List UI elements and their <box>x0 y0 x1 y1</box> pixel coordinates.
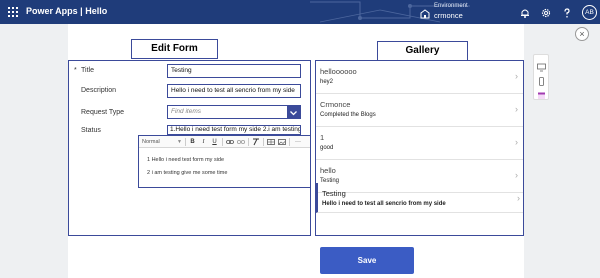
gallery-item-title: Crmonce <box>320 100 351 109</box>
chevron-right-icon[interactable]: › <box>515 137 518 147</box>
user-avatar[interactable]: AB <box>582 5 597 20</box>
rich-text-line: 2 i am testing give me some time <box>147 170 228 176</box>
title-input[interactable]: Testing <box>167 64 301 78</box>
description-label: Description <box>81 87 117 94</box>
notifications-icon[interactable] <box>519 6 531 18</box>
environment-name: crmonce <box>434 11 463 20</box>
paragraph-style-select[interactable]: Normal ▼ <box>142 138 182 146</box>
gallery-item[interactable]: Crmonce Completed the Blogs › <box>316 94 523 127</box>
toolbar-divider <box>185 138 186 146</box>
clear-format-icon[interactable] <box>251 137 260 147</box>
underline-button[interactable]: U <box>210 137 219 147</box>
gallery-heading: Gallery <box>377 41 468 61</box>
style-caret-icon: ▼ <box>177 139 182 145</box>
table-icon[interactable] <box>266 137 275 147</box>
image-icon[interactable] <box>277 137 286 147</box>
calendar-icon[interactable] <box>537 87 546 99</box>
gallery-item-title: 1 <box>320 133 325 142</box>
app-title: Power Apps | Hello <box>26 6 108 16</box>
gallery-item-title: hello <box>320 166 336 175</box>
toolbar-divider <box>289 138 290 146</box>
rich-text-toolbar: Normal ▼ B I U ··· <box>139 136 310 148</box>
device-preview-panel <box>533 54 549 100</box>
app-header: Power Apps | Hello Environment crmonce A… <box>0 0 600 24</box>
chevron-right-icon[interactable]: › <box>515 104 518 114</box>
rich-text-line: 1 Hello i need test form my side <box>147 157 225 163</box>
help-icon[interactable] <box>561 6 573 18</box>
settings-gear-icon[interactable] <box>540 6 552 18</box>
gallery-item-subtitle: good <box>320 145 334 151</box>
link-icon[interactable] <box>225 137 234 147</box>
toolbar-divider <box>263 138 264 146</box>
bold-button[interactable]: B <box>188 137 197 147</box>
close-button[interactable]: × <box>575 27 589 41</box>
required-indicator: * <box>74 67 77 74</box>
status-label: Status <box>81 127 101 134</box>
gallery-item-title: helloooooo <box>320 67 357 76</box>
save-button[interactable]: Save <box>320 247 414 274</box>
phone-preview-icon[interactable] <box>537 73 546 86</box>
gallery-item[interactable]: 1 good › <box>316 127 523 160</box>
unlink-icon[interactable] <box>236 137 245 147</box>
gallery-item[interactable]: helloooooo hey2 › <box>316 61 523 94</box>
gallery-item-selected[interactable]: Testing Hello i need to test all sencrio… <box>316 183 523 213</box>
request-type-placeholder: Find items <box>171 108 201 115</box>
environment-icon <box>420 6 430 19</box>
italic-button[interactable]: I <box>199 137 208 147</box>
chevron-right-icon[interactable]: › <box>515 170 518 180</box>
gallery-item-subtitle: Completed the Blogs <box>320 112 376 118</box>
request-type-dropdown[interactable]: Find items <box>167 105 301 119</box>
desktop-preview-icon[interactable] <box>537 59 546 72</box>
chevron-down-icon[interactable] <box>287 106 300 118</box>
rich-text-editor[interactable]: Normal ▼ B I U ··· 1 Hello i need test f… <box>138 135 311 188</box>
edit-form-heading: Edit Form <box>131 39 218 59</box>
gallery-item-subtitle: hey2 <box>320 79 334 85</box>
paragraph-style-value: Normal <box>142 139 160 145</box>
status-input[interactable]: 1.Hello i need test form my side 2.i am … <box>167 125 301 135</box>
environment-label: Environment <box>434 3 468 9</box>
title-label: Title <box>81 67 94 74</box>
gallery: helloooooo hey2 › Crmonce Completed the … <box>315 60 524 236</box>
toolbar-divider <box>222 138 223 146</box>
gallery-item-title: Testing <box>322 189 346 198</box>
gallery-item-subtitle: Hello i need to test all sencrio from my… <box>322 201 446 207</box>
chevron-right-icon[interactable]: › <box>517 193 520 203</box>
request-type-label: Request Type <box>81 109 125 116</box>
more-options-button[interactable]: ··· <box>292 137 304 147</box>
toolbar-divider <box>248 138 249 146</box>
chevron-right-icon[interactable]: › <box>515 71 518 81</box>
app-launcher-icon[interactable] <box>8 7 18 17</box>
description-input[interactable]: Hello i need to test all sencrio from my… <box>167 84 301 98</box>
